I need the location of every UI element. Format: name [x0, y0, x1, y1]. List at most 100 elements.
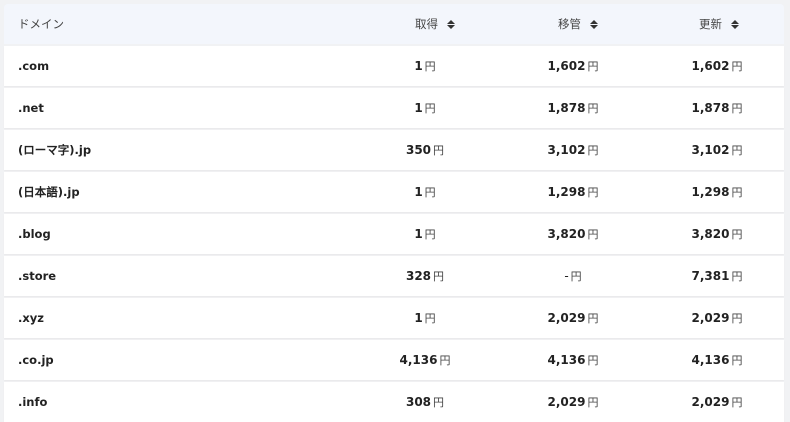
table-header: ドメイン 取得 移管 更新 [4, 4, 784, 44]
header-transfer[interactable]: 移管 [477, 16, 625, 32]
price-acquire: 4,136 円 [400, 352, 451, 368]
price-transfer: 3,820 円 [548, 226, 599, 242]
price-renew: 1,878 円 [692, 100, 743, 116]
table-row: .info 308 円 2,029 円 2,029 円 [4, 382, 784, 422]
table-row: .co.jp 4,136 円 4,136 円 4,136 円 [4, 340, 784, 380]
price-transfer: 1,602 円 [548, 58, 599, 74]
currency-unit: 円 [433, 144, 445, 157]
table-row: (ローマ字).jp 350 円 3,102 円 3,102 円 [4, 130, 784, 170]
currency-unit: 円 [587, 312, 599, 325]
domain-name: .store [18, 269, 57, 283]
price-transfer: -円 [564, 268, 581, 284]
price-acquire: 308 円 [406, 394, 444, 410]
table-row: .xyz 1 円 2,029 円 2,029 円 [4, 298, 784, 338]
price-value: 1,298 [691, 185, 730, 199]
currency-unit: 円 [424, 312, 436, 325]
currency-unit: 円 [424, 60, 436, 73]
price-transfer: 2,029 円 [548, 310, 599, 326]
price-value: 328 [405, 269, 432, 283]
price-value: 2,029 [691, 311, 730, 325]
price-acquire: 1円 [414, 310, 435, 326]
table-row: .com 1 円 1,602 円 1,602 円 [4, 46, 784, 86]
currency-unit: 円 [570, 270, 582, 283]
price-renew: 2,029 円 [692, 310, 743, 326]
price-value: 4,136 [691, 353, 730, 367]
currency-unit: 円 [731, 144, 743, 157]
price-renew: 3,102 円 [692, 142, 743, 158]
price-value: 1,878 [691, 101, 730, 115]
domain-name: (日本語).jp [18, 185, 80, 199]
price-renew: 1,298 円 [692, 184, 743, 200]
currency-unit: 円 [587, 60, 599, 73]
price-value: 1 [414, 227, 423, 241]
header-renew[interactable]: 更新 [625, 16, 784, 32]
header-domain-label: ドメイン [18, 17, 64, 31]
price-value: 1,878 [547, 101, 586, 115]
price-renew: 1,602 円 [692, 58, 743, 74]
price-acquire: 1円 [414, 58, 435, 74]
header-transfer-label: 移管 [558, 17, 581, 31]
price-acquire: 1円 [414, 226, 435, 242]
price-value: 350 [405, 143, 432, 157]
price-transfer: 2,029 円 [548, 394, 599, 410]
price-renew: 3,820 円 [692, 226, 743, 242]
price-value: 3,102 [547, 143, 586, 157]
currency-unit: 円 [439, 354, 451, 367]
price-value: 1,298 [547, 185, 586, 199]
header-renew-label: 更新 [699, 17, 722, 31]
price-value: 1,602 [547, 59, 586, 73]
table-row: .net 1 円 1,878 円 1,878 円 [4, 88, 784, 128]
price-value: 3,820 [691, 227, 730, 241]
table-row: .store 328 円 - 円 7,381 円 [4, 256, 784, 296]
price-value: 3,820 [547, 227, 586, 241]
price-value: 1 [414, 185, 423, 199]
header-acquire-label: 取得 [415, 17, 438, 31]
domain-name: .xyz [18, 311, 44, 325]
header-domain: ドメイン [4, 16, 342, 32]
sort-icon[interactable] [730, 19, 739, 29]
price-value: 4,136 [547, 353, 586, 367]
domain-name: .net [18, 101, 44, 115]
price-value: - [564, 269, 569, 283]
currency-unit: 円 [587, 144, 599, 157]
price-acquire: 1円 [414, 100, 435, 116]
sort-icon[interactable] [446, 19, 455, 29]
price-value: 1 [414, 59, 423, 73]
price-value: 3,102 [691, 143, 730, 157]
domain-name: .co.jp [18, 353, 54, 367]
domain-name: .blog [18, 227, 51, 241]
price-renew: 2,029 円 [692, 394, 743, 410]
currency-unit: 円 [587, 228, 599, 241]
domain-name: (ローマ字).jp [18, 143, 92, 157]
currency-unit: 円 [731, 228, 743, 241]
price-value: 308 [405, 395, 432, 409]
currency-unit: 円 [731, 354, 743, 367]
currency-unit: 円 [731, 186, 743, 199]
table-row: (日本語).jp 1 円 1,298 円 1,298 円 [4, 172, 784, 212]
currency-unit: 円 [731, 60, 743, 73]
price-value: 2,029 [547, 311, 586, 325]
currency-unit: 円 [587, 186, 599, 199]
price-acquire: 328 円 [406, 268, 444, 284]
price-value: 1 [414, 101, 423, 115]
price-value: 7,381 [691, 269, 730, 283]
price-transfer: 4,136 円 [548, 352, 599, 368]
currency-unit: 円 [731, 102, 743, 115]
currency-unit: 円 [424, 102, 436, 115]
price-transfer: 1,298 円 [548, 184, 599, 200]
domain-price-table: ドメイン 取得 移管 更新 .com 1 円 1,602 円 1,602 円 .net 1 円 1,… [4, 4, 784, 422]
currency-unit: 円 [433, 270, 445, 283]
price-value: 2,029 [691, 395, 730, 409]
currency-unit: 円 [587, 354, 599, 367]
currency-unit: 円 [731, 270, 743, 283]
price-acquire: 1円 [414, 184, 435, 200]
currency-unit: 円 [424, 186, 436, 199]
price-value: 1 [414, 311, 423, 325]
table-row: .blog 1 円 3,820 円 3,820 円 [4, 214, 784, 254]
price-transfer: 1,878 円 [548, 100, 599, 116]
header-acquire[interactable]: 取得 [342, 16, 477, 32]
sort-icon[interactable] [589, 19, 598, 29]
price-transfer: 3,102 円 [548, 142, 599, 158]
price-value: 2,029 [547, 395, 586, 409]
currency-unit: 円 [587, 396, 599, 409]
